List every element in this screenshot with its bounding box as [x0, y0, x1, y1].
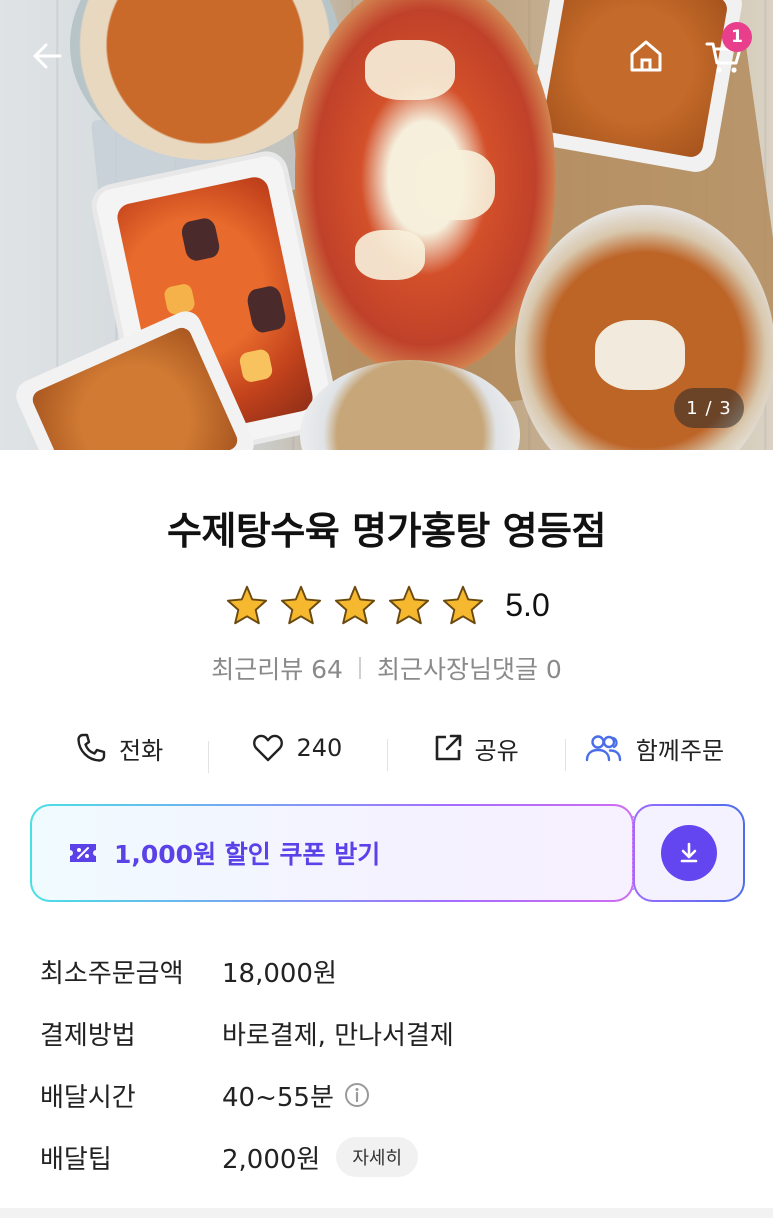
download-circle — [661, 825, 717, 881]
back-button[interactable] — [24, 32, 72, 80]
arrow-left-icon — [33, 43, 62, 69]
share-label: 공유 — [474, 736, 519, 765]
delivery-tip-value: 2,000원 — [222, 1144, 321, 1175]
detail-value: 바로결제, 만나서결제 — [222, 1020, 454, 1051]
like-count: 240 — [296, 734, 343, 762]
min-order-row: 최소주문금액 18,000원 — [40, 940, 740, 1002]
share-icon — [435, 734, 461, 761]
star-icon — [277, 582, 325, 628]
store-hero-image[interactable]: 1 1 / 3 — [0, 0, 773, 450]
store-name: 수제탕수육 명가홍탕 영등점 — [167, 509, 606, 553]
store-actions: 전화 240 공유 함께주문 — [30, 724, 743, 773]
group-users-icon — [585, 735, 621, 762]
group-order-label: 함께주문 — [635, 736, 725, 765]
phone-icon — [77, 733, 106, 762]
info-icon[interactable] — [344, 1082, 370, 1108]
coupon-label: 1,000원 할인 쿠폰 받기 — [114, 840, 381, 869]
star-icon — [223, 582, 271, 628]
hero-pizza — [295, 0, 555, 375]
call-button[interactable]: 전화 — [30, 731, 208, 766]
coupon-icon — [70, 844, 96, 862]
detail-label: 배달시간 — [40, 1082, 136, 1113]
recent-owner-replies-link[interactable]: 최근사장님댓글 0 — [377, 650, 562, 686]
rating-row[interactable]: 5.0 — [0, 582, 773, 628]
heart-icon — [253, 734, 284, 762]
detail-label: 배달팁 — [40, 1144, 112, 1175]
call-label: 전화 — [119, 736, 164, 765]
section-divider — [0, 1208, 773, 1218]
divider — [358, 657, 361, 679]
coupon-download-button[interactable] — [633, 804, 745, 902]
payment-method-row: 결제방법 바로결제, 만나서결제 — [40, 1002, 740, 1064]
coupon-main[interactable]: 1,000원 할인 쿠폰 받기 — [30, 804, 634, 902]
group-order-button[interactable]: 함께주문 — [564, 731, 743, 771]
like-button[interactable]: 240 — [208, 733, 386, 773]
review-summary: 최근리뷰 64 최근사장님댓글 0 — [0, 650, 773, 686]
detail-value: 18,000원 — [222, 958, 337, 989]
recent-reviews-link[interactable]: 최근리뷰 64 — [211, 650, 343, 686]
download-icon — [680, 842, 698, 863]
detail-label: 최소주문금액 — [40, 958, 184, 989]
image-page-indicator: 1 / 3 — [674, 388, 744, 428]
star-icon — [331, 582, 379, 628]
coupon-banner[interactable]: 1,000원 할인 쿠폰 받기 — [30, 804, 745, 902]
delivery-time-value: 40~55분 — [222, 1082, 334, 1113]
star-icon — [385, 582, 433, 628]
star-icon — [439, 582, 487, 628]
store-details: 최소주문금액 18,000원 결제방법 바로결제, 만나서결제 배달시간 40~… — [40, 940, 740, 1188]
home-icon — [630, 40, 662, 72]
rating-value: 5.0 — [505, 586, 550, 623]
cart-button[interactable]: 1 — [700, 22, 752, 80]
delivery-tip-detail-button[interactable]: 자세히 — [336, 1137, 419, 1177]
delivery-time-row: 배달시간 40~55분 — [40, 1064, 740, 1126]
delivery-tip-row: 배달팁 2,000원 자세히 — [40, 1126, 740, 1188]
home-button[interactable] — [622, 32, 670, 80]
detail-value-group: 40~55분 — [222, 1077, 370, 1114]
cart-count-badge: 1 — [722, 22, 752, 52]
share-button[interactable]: 공유 — [386, 731, 565, 771]
detail-label: 결제방법 — [40, 1020, 136, 1051]
detail-value-group: 2,000원 자세히 — [222, 1137, 419, 1177]
